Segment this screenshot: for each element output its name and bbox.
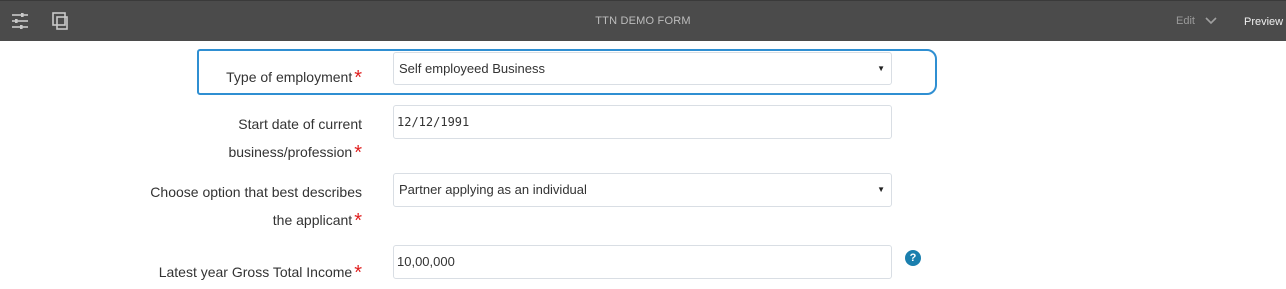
form-title: TTN DEMO FORM	[595, 15, 691, 27]
applicant-option-label-line1: Choose option that best describes	[150, 184, 362, 200]
required-marker: *	[354, 67, 362, 89]
help-icon[interactable]: ?	[905, 250, 921, 266]
start-date-label-line2: business/profession *	[228, 142, 362, 164]
applicant-option-label-line2: the applicant *	[272, 210, 362, 232]
employment-type-select[interactable]: Self employeed Business ▼	[393, 52, 892, 85]
chevron-down-icon[interactable]	[1204, 15, 1218, 27]
dropdown-arrow-icon: ▼	[877, 64, 885, 73]
applicant-option-select[interactable]: Partner applying as an individual ▼	[393, 173, 892, 207]
preview-button[interactable]: Preview	[1244, 16, 1283, 28]
required-marker: *	[354, 262, 362, 284]
required-marker: *	[354, 142, 362, 164]
start-date-input[interactable]: 12/12/1991	[393, 105, 892, 139]
gross-income-input[interactable]: 10,00,000	[393, 245, 892, 279]
employment-type-label: Type of employment *	[226, 67, 362, 89]
start-date-label-line1: Start date of current	[238, 116, 362, 132]
toolbar: TTN DEMO FORM Edit Preview	[0, 0, 1286, 41]
dropdown-arrow-icon: ▼	[877, 185, 885, 194]
required-marker: *	[354, 210, 362, 232]
gross-income-label: Latest year Gross Total Income *	[158, 262, 362, 284]
edit-mode-label[interactable]: Edit	[1176, 15, 1195, 27]
